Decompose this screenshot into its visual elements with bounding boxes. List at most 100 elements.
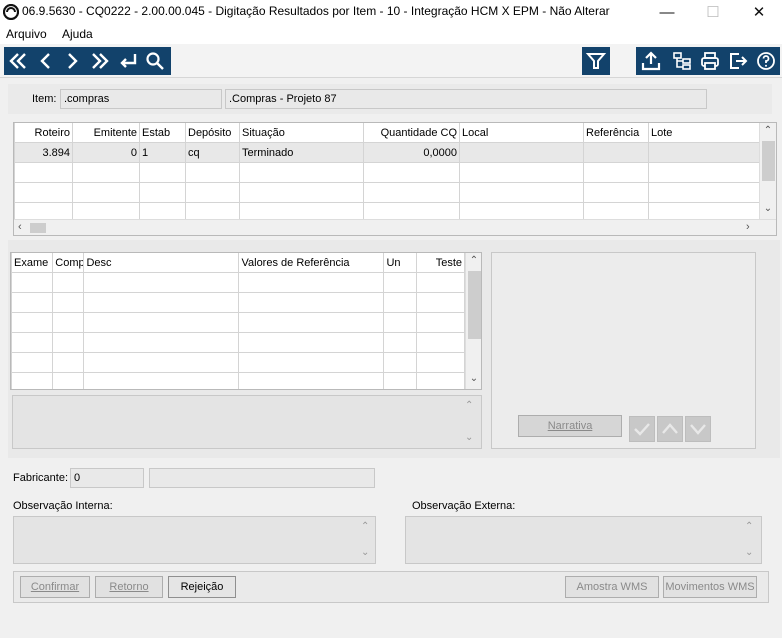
scroll-down-icon[interactable]: ⌄	[361, 547, 369, 558]
scroll-thumb-h[interactable]	[30, 223, 46, 233]
cell-emitente[interactable]: 0	[72, 142, 140, 163]
exams-grid[interactable]: Exame Comp Desc Valores de Referência Un…	[10, 252, 482, 390]
col-referencia[interactable]: Referência	[583, 123, 649, 143]
check-icon[interactable]	[629, 416, 655, 442]
cell-deposito[interactable]: cq	[185, 142, 240, 163]
scroll-down-icon[interactable]: ⌄	[745, 547, 753, 558]
col-emitente[interactable]: Emitente	[72, 123, 140, 143]
scroll-right-icon[interactable]: ›	[746, 221, 750, 233]
retorno-button[interactable]: Retorno	[95, 576, 163, 598]
exams-table: Exame Comp Desc Valores de Referência Un…	[11, 253, 466, 389]
col-lote[interactable]: Lote	[648, 123, 761, 143]
observacao-interna-field[interactable]: ⌃ ⌄	[13, 516, 376, 564]
arrow-up-icon[interactable]	[657, 416, 683, 442]
rejeicao-button[interactable]: Rejeição	[168, 576, 236, 598]
table-row[interactable]	[11, 292, 466, 313]
print-icon[interactable]	[696, 47, 724, 75]
last-icon[interactable]	[86, 47, 114, 75]
movimentos-wms-button[interactable]: Movimentos WMS	[663, 576, 757, 598]
goto-icon[interactable]	[114, 47, 142, 75]
scroll-down-icon[interactable]: ⌄	[760, 203, 776, 214]
table-row[interactable]	[11, 272, 466, 293]
exam-description-memo[interactable]: ⌃ ⌄	[12, 395, 482, 449]
orders-header-row: Roteiro Emitente Estab Depósito Situação…	[14, 123, 761, 143]
cell-roteiro[interactable]: 3.894	[14, 142, 73, 163]
previous-icon[interactable]	[32, 47, 60, 75]
item-panel: Item: .compras .Compras - Projeto 87	[8, 84, 772, 114]
cell-situacao[interactable]: Terminado	[239, 142, 364, 163]
menu-arquivo[interactable]: Arquivo	[6, 27, 47, 41]
fabricante-name-field	[149, 468, 375, 488]
filter-icon[interactable]	[582, 47, 610, 75]
table-row[interactable]	[14, 162, 761, 183]
fabricante-code-field[interactable]: 0	[70, 468, 144, 488]
search-icon[interactable]	[141, 47, 169, 75]
table-row[interactable]	[11, 332, 466, 353]
observacao-externa-field[interactable]: ⌃ ⌄	[405, 516, 762, 564]
col-roteiro[interactable]: Roteiro	[14, 123, 73, 143]
col-un[interactable]: Un	[383, 253, 417, 273]
table-row[interactable]	[11, 372, 466, 389]
scroll-up-icon[interactable]: ⌃	[465, 400, 473, 411]
scroll-down-icon[interactable]: ⌄	[465, 432, 473, 443]
scroll-up-icon[interactable]: ⌃	[760, 125, 776, 136]
fabricante-label: Fabricante:	[13, 472, 69, 484]
orders-vertical-scrollbar[interactable]: ⌃ ⌄	[759, 123, 776, 219]
close-button[interactable]: ✕	[736, 0, 782, 24]
arrow-down-icon[interactable]	[685, 416, 711, 442]
scroll-thumb[interactable]	[468, 271, 481, 339]
toolbar	[0, 44, 782, 78]
col-teste[interactable]: Teste	[415, 253, 466, 273]
confirmar-button[interactable]: Confirmar	[20, 576, 90, 598]
amostra-wms-button[interactable]: Amostra WMS	[565, 576, 659, 598]
col-valores-referencia[interactable]: Valores de Referência	[238, 253, 385, 273]
cell-local[interactable]	[459, 142, 584, 163]
table-row[interactable]	[11, 312, 466, 333]
col-situacao[interactable]: Situação	[239, 123, 364, 143]
scroll-up-icon[interactable]: ⌃	[466, 255, 481, 266]
export-icon[interactable]	[637, 47, 665, 75]
help-icon[interactable]	[752, 47, 780, 75]
amostra-wms-label: Amostra WMS	[576, 581, 648, 593]
col-deposito[interactable]: Depósito	[185, 123, 240, 143]
orders-horizontal-scrollbar[interactable]: ‹ ›	[14, 219, 776, 235]
observacao-externa-label: Observação Externa:	[412, 500, 516, 512]
menu-ajuda[interactable]: Ajuda	[62, 27, 93, 41]
minimize-button[interactable]: —	[644, 0, 690, 24]
window-title: 06.9.5630 - CQ0222 - 2.00.00.045 - Digit…	[22, 4, 610, 18]
col-quantidade-cq[interactable]: Quantidade CQ	[363, 123, 460, 143]
table-row[interactable]: 3.894 0 1 cq Terminado 0,0000	[14, 142, 761, 163]
col-comp[interactable]: Comp	[52, 253, 85, 273]
maximize-button[interactable]: ☐	[690, 0, 736, 24]
table-row[interactable]	[14, 182, 761, 203]
col-desc[interactable]: Desc	[83, 253, 240, 273]
scroll-left-icon[interactable]: ‹	[18, 221, 22, 233]
scroll-up-icon[interactable]: ⌃	[745, 521, 753, 532]
cell-referencia[interactable]	[583, 142, 649, 163]
scroll-thumb[interactable]	[762, 141, 775, 181]
table-row[interactable]	[11, 352, 466, 373]
item-code-field[interactable]: .compras	[60, 89, 222, 109]
exams-vertical-scrollbar[interactable]: ⌃ ⌄	[465, 253, 481, 389]
cell-quantidade-cq[interactable]: 0,0000	[363, 142, 460, 163]
exams-header-row: Exame Comp Desc Valores de Referência Un…	[11, 253, 466, 273]
col-local[interactable]: Local	[459, 123, 584, 143]
scroll-up-icon[interactable]: ⌃	[361, 521, 369, 532]
tree-icon[interactable]	[668, 47, 696, 75]
filter-group	[582, 47, 610, 75]
first-icon[interactable]	[4, 47, 32, 75]
narrativa-label: Narrativa	[547, 420, 593, 432]
button-bar: Confirmar Retorno Rejeição Amostra WMS M…	[13, 571, 769, 603]
app-logo-icon	[2, 3, 20, 21]
orders-grid[interactable]: Roteiro Emitente Estab Depósito Situação…	[13, 122, 777, 236]
cell-estab[interactable]: 1	[139, 142, 186, 163]
next-icon[interactable]	[58, 47, 86, 75]
col-exame[interactable]: Exame	[11, 253, 54, 273]
exit-icon[interactable]	[724, 47, 752, 75]
cell-lote[interactable]	[648, 142, 761, 163]
actions-group	[636, 47, 780, 75]
narrativa-button[interactable]: Narrativa	[518, 415, 622, 437]
col-estab[interactable]: Estab	[139, 123, 186, 143]
title-bar: 06.9.5630 - CQ0222 - 2.00.00.045 - Digit…	[0, 0, 782, 24]
scroll-down-icon[interactable]: ⌄	[466, 373, 481, 384]
